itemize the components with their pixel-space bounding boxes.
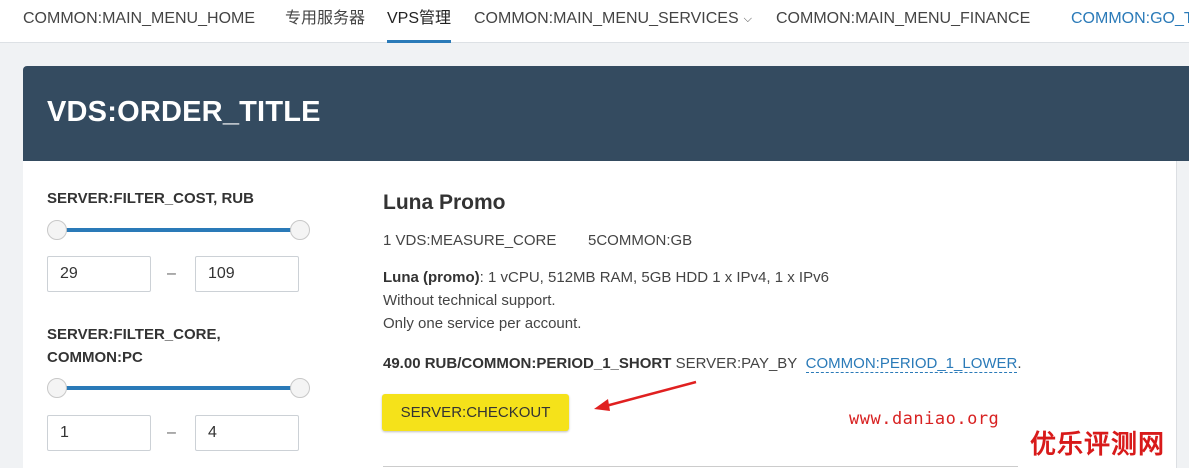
product-desc-specs: : 1 vCPU, 512MB RAM, 5GB HDD 1 x IPv4, 1… bbox=[479, 269, 829, 286]
price-value: 49.00 RUB/COMMON:PERIOD_1_SHORT bbox=[383, 355, 672, 372]
cost-slider-track bbox=[57, 228, 300, 232]
core-filter-label: SERVER:FILTER_CORE, COMMON:PC bbox=[47, 323, 221, 369]
product-description-line2: Without technical support. bbox=[383, 292, 556, 309]
product-description-line3: Only one service per account. bbox=[383, 315, 582, 332]
core-filter-label-line1: SERVER:FILTER_CORE, bbox=[47, 326, 221, 343]
core-range-separator: – bbox=[167, 424, 176, 441]
divider bbox=[383, 466, 1018, 467]
watermark-url: www.daniao.org bbox=[849, 409, 1000, 429]
product-desc-name: Luna (promo) bbox=[383, 269, 480, 286]
product-description-line1: Luna (promo): 1 vCPU, 512MB RAM, 5GB HDD… bbox=[383, 266, 829, 289]
chevron-down-icon: ⌵ bbox=[743, 13, 752, 25]
cost-range-separator: – bbox=[167, 265, 176, 282]
nav-item-finance[interactable]: COMMON:MAIN_MENU_FINANCE bbox=[776, 0, 1030, 43]
cost-min-input[interactable]: 29 bbox=[47, 256, 151, 292]
page-title: VDS:ORDER_TITLE bbox=[47, 96, 321, 128]
core-range-slider[interactable] bbox=[47, 378, 310, 398]
core-filter-label-line2: COMMON:PC bbox=[47, 349, 143, 366]
cost-filter-label: SERVER:FILTER_COST, RUB bbox=[47, 190, 254, 207]
period-link[interactable]: COMMON:PERIOD_1_LOWER bbox=[805, 355, 1018, 373]
nav-item-vps[interactable]: VPS管理 bbox=[387, 0, 452, 43]
checkout-button[interactable]: SERVER:CHECKOUT bbox=[382, 394, 569, 431]
core-slider-min-handle[interactable] bbox=[47, 378, 67, 398]
cost-slider-max-handle[interactable] bbox=[290, 220, 310, 240]
page-header: VDS:ORDER_TITLE bbox=[23, 66, 1189, 161]
nav-item-go[interactable]: COMMON:GO_T bbox=[1071, 0, 1189, 43]
cost-slider-min-handle[interactable] bbox=[47, 220, 67, 240]
price-line: 49.00 RUB/COMMON:PERIOD_1_SHORT SERVER:P… bbox=[383, 355, 1022, 373]
product-spec-ram: 5COMMON:GB bbox=[588, 232, 693, 249]
period-tail: . bbox=[1017, 355, 1022, 372]
product-spec-cores: 1 VDS:MEASURE_CORE bbox=[383, 232, 557, 249]
core-slider-max-handle[interactable] bbox=[290, 378, 310, 398]
nav-item-dedicated-servers[interactable]: 专用服务器 bbox=[285, 0, 365, 43]
core-max-input[interactable]: 4 bbox=[195, 415, 299, 451]
nav-item-services-label: COMMON:MAIN_MENU_SERVICES bbox=[474, 10, 739, 27]
pay-by-label: SERVER:PAY_BY bbox=[675, 355, 798, 372]
top-nav: COMMON:MAIN_MENU_HOME 专用服务器 VPS管理 COMMON… bbox=[0, 0, 1189, 43]
nav-item-services[interactable]: COMMON:MAIN_MENU_SERVICES ⌵ bbox=[474, 0, 752, 43]
core-min-input[interactable]: 1 bbox=[47, 415, 151, 451]
watermark-badge: 优乐评测网 bbox=[1030, 430, 1166, 460]
product-title: Luna Promo bbox=[383, 191, 506, 214]
nav-item-home[interactable]: COMMON:MAIN_MENU_HOME bbox=[23, 0, 255, 43]
panel-divider bbox=[1176, 161, 1177, 468]
cost-max-input[interactable]: 109 bbox=[195, 256, 299, 292]
core-slider-track bbox=[57, 386, 300, 390]
red-arrow-icon bbox=[594, 380, 697, 411]
cost-range-slider[interactable] bbox=[47, 220, 310, 240]
